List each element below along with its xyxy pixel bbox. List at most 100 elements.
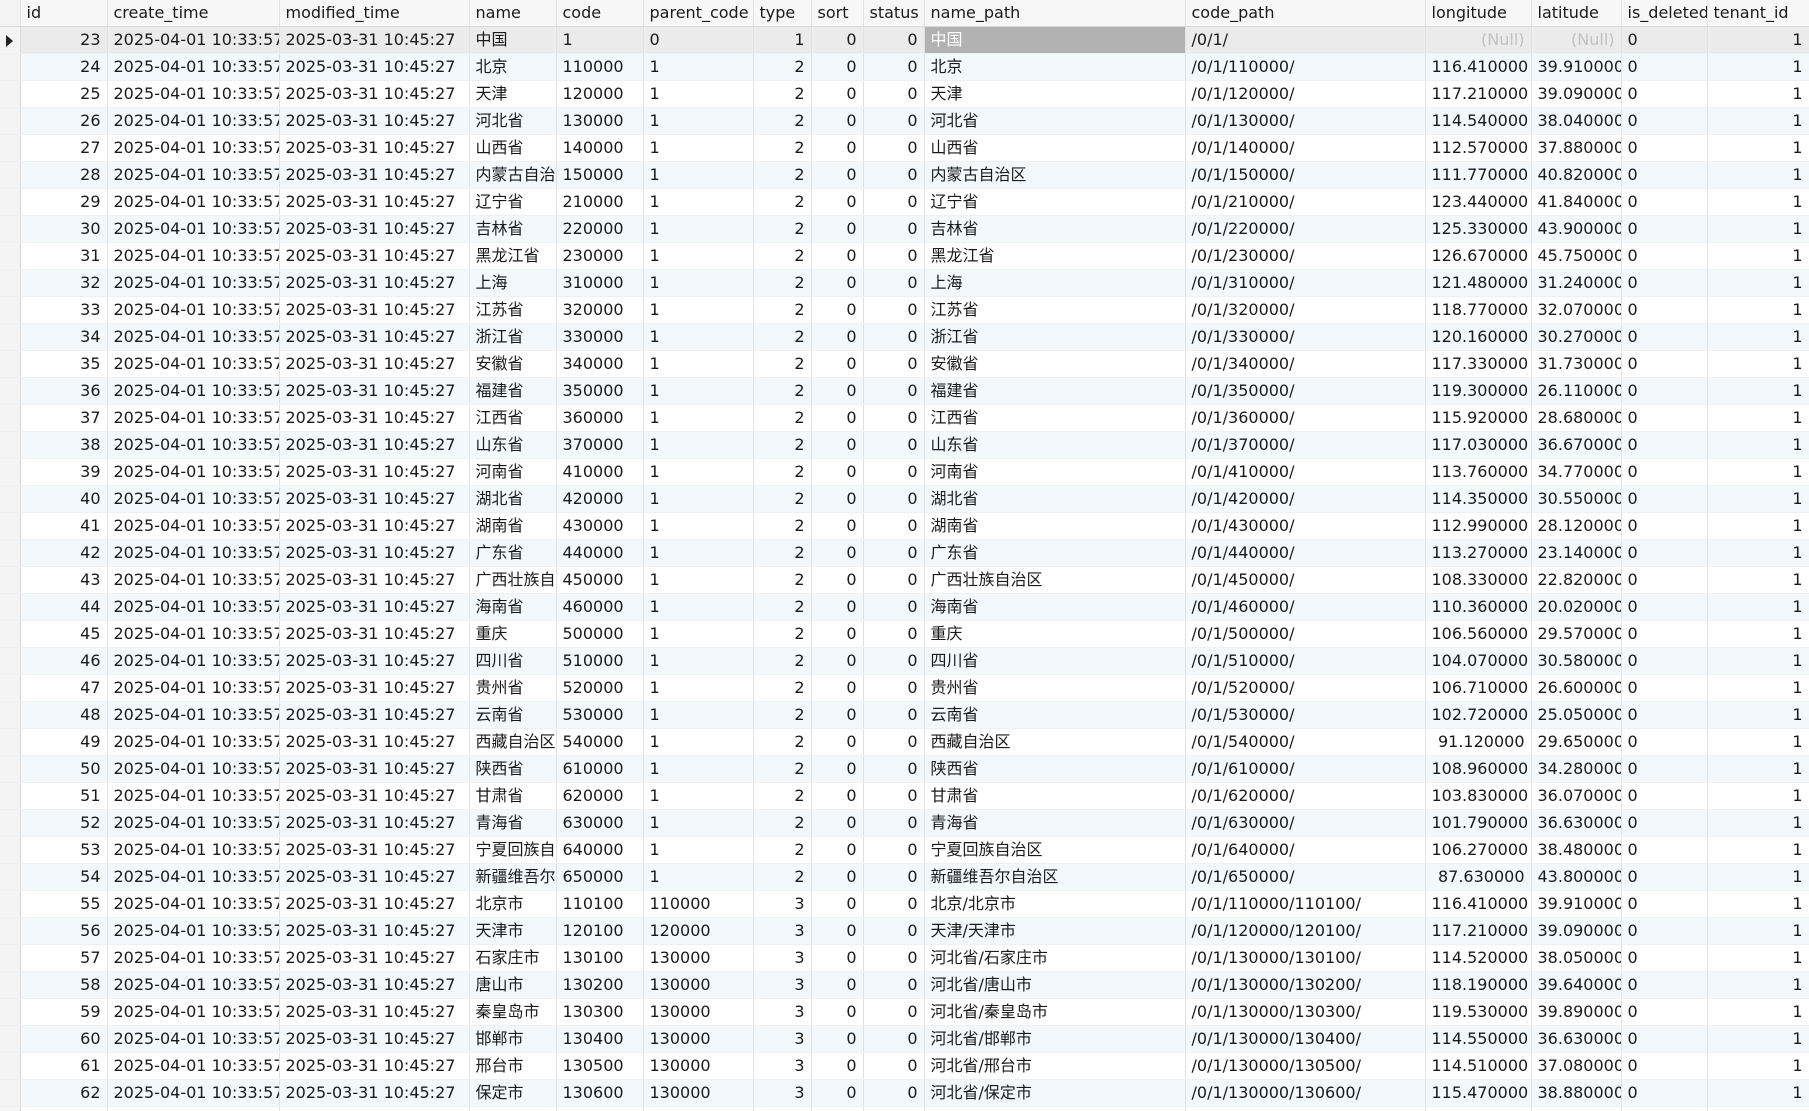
cell-name[interactable]: 吉林省 [469,215,557,243]
row-indicator[interactable] [0,269,21,297]
cell-is-deleted[interactable]: 0 [1621,215,1708,243]
cell-code[interactable]: 110100 [556,890,644,918]
table-row[interactable]: 51 2025-04-01 10:33:57 2025-03-31 10:45:27… [0,782,1809,810]
row-indicator[interactable] [0,566,21,594]
cell-longitude[interactable]: 102.720000 [1425,701,1532,729]
row-indicator[interactable] [0,917,21,945]
cell-latitude[interactable]: 28.120000 [1531,512,1622,540]
cell-code-path[interactable]: /0/1/410000/ [1185,458,1426,486]
cell-name-path[interactable]: 黑龙江省 [924,242,1186,270]
cell-is-deleted[interactable]: 0 [1621,323,1708,351]
cell-name-path[interactable]: 湖北省 [924,485,1186,513]
cell-latitude[interactable]: 39.910000 [1531,890,1622,918]
cell-is-deleted[interactable]: 0 [1621,512,1708,540]
cell-code-path[interactable]: /0/1/520000/ [1185,674,1426,702]
cell-create-time[interactable]: 2025-04-01 10:33:57 [107,620,280,648]
cell-parent-code[interactable]: 1 [643,161,754,189]
cell-code-path[interactable]: /0/1/320000/ [1185,296,1426,324]
cell-name-path[interactable]: 河北省/秦皇岛市 [924,998,1186,1026]
cell-is-deleted[interactable]: 0 [1621,1106,1708,1111]
cell-code[interactable]: 610000 [556,755,644,783]
cell-sort[interactable]: 0 [811,917,864,945]
table-row[interactable]: 36 2025-04-01 10:33:57 2025-03-31 10:45:27… [0,377,1809,405]
cell-code[interactable]: 430000 [556,512,644,540]
cell-sort[interactable]: 0 [811,431,864,459]
cell-sort[interactable]: 0 [811,404,864,432]
cell-create-time[interactable]: 2025-04-01 10:33:57 [107,53,280,81]
cell-modified-time[interactable]: 2025-03-31 10:45:27 [279,161,470,189]
cell-parent-code[interactable]: 1 [643,296,754,324]
cell-latitude[interactable]: 22.820000 [1531,566,1622,594]
cell-sort[interactable]: 0 [811,458,864,486]
table-row[interactable]: 50 2025-04-01 10:33:57 2025-03-31 10:45:27… [0,755,1809,783]
cell-type[interactable]: 2 [753,647,812,675]
cell-is-deleted[interactable]: 0 [1621,944,1708,972]
cell-name-path[interactable]: 上海 [924,269,1186,297]
cell-tenant-id[interactable]: 1 [1707,458,1809,486]
cell-code[interactable]: 340000 [556,350,644,378]
cell-name-path[interactable]: 陕西省 [924,755,1186,783]
cell-modified-time[interactable]: 2025-03-31 10:45:27 [279,269,470,297]
row-indicator[interactable] [0,593,21,621]
row-indicator[interactable] [0,512,21,540]
cell-is-deleted[interactable]: 0 [1621,242,1708,270]
cell-name[interactable]: 湖北省 [469,485,557,513]
cell-latitude[interactable]: 29.650000 [1531,728,1622,756]
cell-is-deleted[interactable]: 0 [1621,161,1708,189]
cell-code-path[interactable]: /0/1/150000/ [1185,161,1426,189]
cell-type[interactable]: 3 [753,917,812,945]
cell-id[interactable]: 49 [20,728,108,756]
cell-code[interactable]: 130700 [556,1106,644,1111]
column-header-sort[interactable]: sort [811,0,864,27]
cell-sort[interactable]: 0 [811,944,864,972]
cell-latitude[interactable]: 20.020000 [1531,593,1622,621]
cell-modified-time[interactable]: 2025-03-31 10:45:27 [279,107,470,135]
cell-tenant-id[interactable]: 1 [1707,944,1809,972]
cell-id[interactable]: 41 [20,512,108,540]
cell-parent-code[interactable]: 1 [643,458,754,486]
cell-status[interactable]: 0 [863,404,925,432]
cell-name[interactable]: 唐山市 [469,971,557,999]
row-indicator[interactable] [0,863,21,891]
cell-latitude[interactable]: 36.070000 [1531,782,1622,810]
cell-parent-code[interactable]: 130000 [643,1106,754,1111]
cell-latitude[interactable]: 34.280000 [1531,755,1622,783]
cell-status[interactable]: 0 [863,566,925,594]
cell-create-time[interactable]: 2025-04-01 10:33:57 [107,701,280,729]
cell-status[interactable]: 0 [863,620,925,648]
cell-longitude[interactable]: 110.360000 [1425,593,1532,621]
cell-type[interactable]: 1 [753,26,812,54]
table-row[interactable]: 24 2025-04-01 10:33:57 2025-03-31 10:45:27… [0,53,1809,81]
cell-create-time[interactable]: 2025-04-01 10:33:57 [107,1079,280,1107]
cell-status[interactable]: 0 [863,323,925,351]
cell-is-deleted[interactable]: 0 [1621,539,1708,567]
cell-code-path[interactable]: /0/1/510000/ [1185,647,1426,675]
cell-code[interactable]: 440000 [556,539,644,567]
cell-code-path[interactable]: /0/1/420000/ [1185,485,1426,513]
cell-code[interactable]: 150000 [556,161,644,189]
cell-name-path[interactable]: 吉林省 [924,215,1186,243]
cell-create-time[interactable]: 2025-04-01 10:33:57 [107,161,280,189]
cell-is-deleted[interactable]: 0 [1621,458,1708,486]
cell-name-path[interactable]: 甘肃省 [924,782,1186,810]
cell-status[interactable]: 0 [863,512,925,540]
cell-code-path[interactable]: /0/1/110000/110100/ [1185,890,1426,918]
cell-create-time[interactable]: 2025-04-01 10:33:57 [107,971,280,999]
cell-sort[interactable]: 0 [811,539,864,567]
cell-type[interactable]: 2 [753,674,812,702]
cell-parent-code[interactable]: 1 [643,377,754,405]
cell-name[interactable]: 内蒙古自治 [469,161,557,189]
cell-type[interactable]: 2 [753,593,812,621]
cell-name[interactable]: 江苏省 [469,296,557,324]
table-row[interactable]: 52 2025-04-01 10:33:57 2025-03-31 10:45:27… [0,809,1809,837]
column-header-name-path[interactable]: name_path [924,0,1186,27]
cell-name-path[interactable]: 河北省 [924,107,1186,135]
cell-id[interactable]: 30 [20,215,108,243]
cell-code[interactable]: 130600 [556,1079,644,1107]
cell-status[interactable]: 0 [863,701,925,729]
cell-longitude[interactable]: 114.520000 [1425,944,1532,972]
cell-code-path[interactable]: /0/1/210000/ [1185,188,1426,216]
cell-type[interactable]: 3 [753,944,812,972]
cell-code-path[interactable]: /0/1/440000/ [1185,539,1426,567]
cell-status[interactable]: 0 [863,782,925,810]
